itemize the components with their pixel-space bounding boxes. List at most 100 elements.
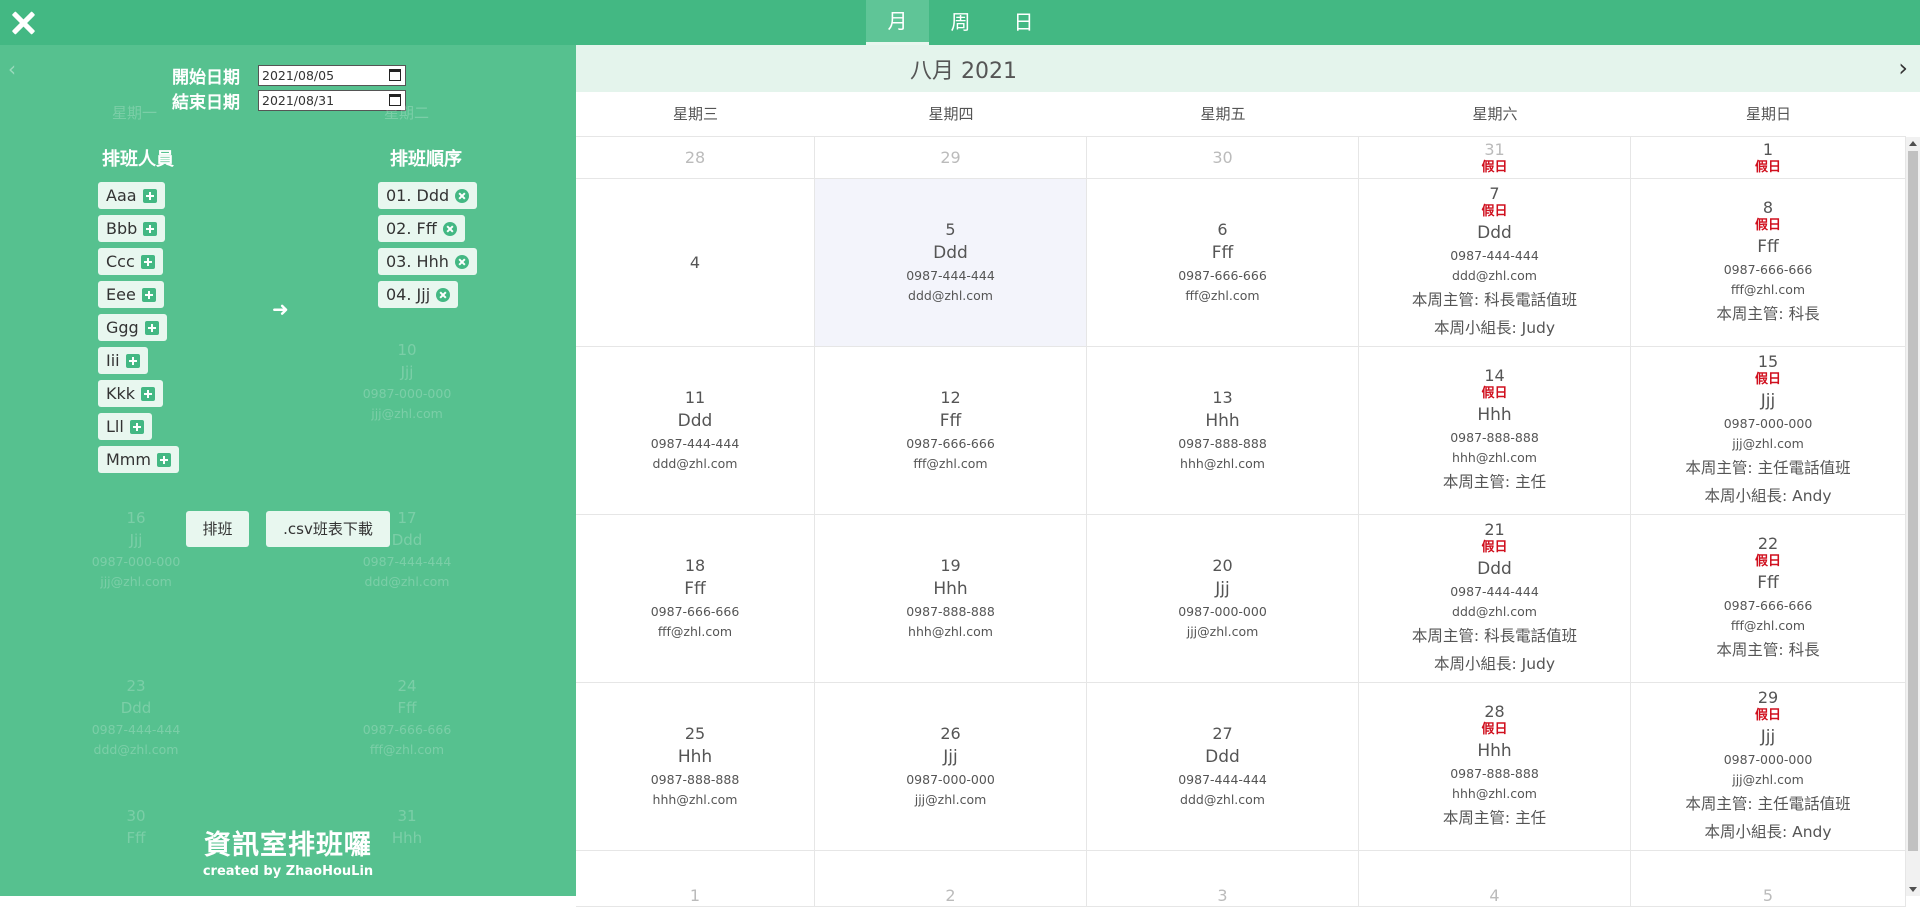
- day-cell[interactable]: 13 Hhh 0987-888-888 hhh@zhl.com: [1087, 347, 1359, 515]
- day-cell[interactable]: 5: [1631, 851, 1906, 907]
- day-cell[interactable]: 11 Ddd 0987-444-444 ddd@zhl.com: [576, 347, 815, 515]
- person-email: fff@zhl.com: [1185, 287, 1260, 303]
- chevron-right-icon[interactable]: ›: [1898, 54, 1908, 82]
- start-date-input[interactable]: 2021/08/05: [258, 65, 406, 86]
- duty-role: 本周主管: 科長電話值班: [1411, 626, 1578, 645]
- day-cell[interactable]: 7 假日 Ddd 0987-444-444 ddd@zhl.com 本周主管: 科長電話值…: [1359, 179, 1631, 347]
- day-cell[interactable]: 28: [576, 137, 815, 179]
- staff-chip[interactable]: Mmm: [98, 446, 179, 473]
- order-chip[interactable]: 01. Ddd: [378, 182, 478, 209]
- ghost-phone: 0987-444-444: [362, 554, 452, 569]
- day-number: 20: [1212, 555, 1233, 575]
- day-cell[interactable]: 30: [1087, 137, 1359, 179]
- order-chip[interactable]: 02. Fff: [378, 215, 465, 242]
- day-cell[interactable]: 29 假日 Jjj 0987-000-000 jjj@zhl.com 本周主管: 主任電話…: [1631, 683, 1906, 851]
- end-date-row: 結束日期 2021/08/31: [172, 88, 406, 113]
- weekday-header: 星期五: [1087, 92, 1359, 136]
- order-name: 01. Ddd: [386, 186, 450, 205]
- ghost-day: 30: [126, 807, 146, 825]
- tab-day[interactable]: 日: [992, 0, 1055, 45]
- day-number: 4: [689, 252, 701, 272]
- scroll-thumb[interactable]: [1908, 151, 1918, 851]
- remove-icon[interactable]: [436, 287, 451, 302]
- plus-icon[interactable]: [125, 353, 140, 368]
- remove-icon[interactable]: [454, 254, 469, 269]
- day-cell[interactable]: 31 假日: [1359, 137, 1631, 179]
- day-cell[interactable]: 20 Jjj 0987-000-000 jjj@zhl.com: [1087, 515, 1359, 683]
- staff-name: Iii: [106, 351, 120, 370]
- day-cell[interactable]: 4: [1359, 851, 1631, 907]
- day-cell[interactable]: 27 Ddd 0987-444-444 ddd@zhl.com: [1087, 683, 1359, 851]
- staff-chip[interactable]: Aaa: [98, 182, 165, 209]
- day-number: 3: [1217, 886, 1228, 905]
- remove-icon[interactable]: [455, 188, 470, 203]
- day-cell[interactable]: 14 假日 Hhh 0987-888-888 hhh@zhl.com 本周主管: 主任: [1359, 347, 1631, 515]
- staff-chip[interactable]: Kkk: [98, 380, 164, 407]
- day-cell[interactable]: 18 Fff 0987-666-666 fff@zhl.com: [576, 515, 815, 683]
- day-cell[interactable]: 15 假日 Jjj 0987-000-000 jjj@zhl.com 本周主管: 主任電話…: [1631, 347, 1906, 515]
- remove-icon[interactable]: [442, 221, 457, 236]
- day-cell[interactable]: 2: [815, 851, 1087, 907]
- day-cell[interactable]: 6 Fff 0987-666-666 fff@zhl.com: [1087, 179, 1359, 347]
- day-number: 28: [1484, 701, 1505, 721]
- person-phone: 0987-888-888: [1450, 765, 1539, 781]
- person-email: hhh@zhl.com: [1452, 449, 1537, 465]
- staff-chip[interactable]: Bbb: [98, 215, 166, 242]
- day-cell[interactable]: 3: [1087, 851, 1359, 907]
- day-cell[interactable]: 8 假日 Fff 0987-666-666 fff@zhl.com 本周主管: 科長: [1631, 179, 1906, 347]
- close-icon[interactable]: [10, 10, 36, 36]
- day-cell[interactable]: 1: [576, 851, 815, 907]
- plus-icon[interactable]: [141, 287, 156, 302]
- person-phone: 0987-444-444: [650, 435, 740, 451]
- plus-icon[interactable]: [143, 221, 158, 236]
- person-phone: 0987-888-888: [1450, 429, 1539, 445]
- person-phone: 0987-666-666: [1723, 597, 1813, 613]
- calendar-scrollbar[interactable]: [1906, 137, 1920, 896]
- day-cell[interactable]: 5 Ddd 0987-444-444 ddd@zhl.com: [815, 179, 1087, 347]
- staff-chip[interactable]: Ccc: [98, 248, 163, 275]
- order-chip[interactable]: 04. Jjj: [378, 281, 459, 308]
- plus-icon[interactable]: [142, 188, 157, 203]
- day-cell[interactable]: 21 假日 Ddd 0987-444-444 ddd@zhl.com 本周主管: 科長電話…: [1359, 515, 1631, 683]
- weekday-header: 星期六: [1359, 92, 1631, 136]
- day-cell[interactable]: 25 Hhh 0987-888-888 hhh@zhl.com: [576, 683, 815, 851]
- ghost-person: Hhh: [391, 829, 423, 847]
- scroll-down-icon[interactable]: [1909, 887, 1917, 892]
- person-phone: 0987-888-888: [906, 603, 995, 619]
- calendar-header: 八月 2021 ›: [576, 45, 1920, 92]
- plus-icon[interactable]: [141, 386, 156, 401]
- plus-icon[interactable]: [144, 320, 159, 335]
- staff-chip[interactable]: Lll: [98, 413, 152, 440]
- tab-month[interactable]: 月: [866, 0, 929, 45]
- plus-icon[interactable]: [129, 419, 144, 434]
- day-cell[interactable]: 12 Fff 0987-666-666 fff@zhl.com: [815, 347, 1087, 515]
- person-phone: 0987-666-666: [906, 435, 995, 451]
- day-cell[interactable]: 19 Hhh 0987-888-888 hhh@zhl.com: [815, 515, 1087, 683]
- ghost-person: Jjj: [129, 531, 143, 549]
- chevron-left-icon[interactable]: ‹: [8, 57, 16, 81]
- staff-chip[interactable]: Eee: [98, 281, 164, 308]
- weekday-label: 星期日: [1745, 105, 1791, 123]
- calendar-icon[interactable]: [389, 69, 401, 81]
- staff-chip[interactable]: Iii: [98, 347, 148, 374]
- weekday-header: 星期三: [576, 92, 815, 136]
- staff-chip[interactable]: Ggg: [98, 314, 167, 341]
- day-cell[interactable]: 26 Jjj 0987-000-000 jjj@zhl.com: [815, 683, 1087, 851]
- person-name: Ddd: [677, 410, 713, 431]
- duty-role: 本周小組長: Judy: [1433, 654, 1556, 673]
- plus-icon[interactable]: [156, 452, 171, 467]
- day-cell[interactable]: 22 假日 Fff 0987-666-666 fff@zhl.com 本周主管: 科長: [1631, 515, 1906, 683]
- order-name: 03. Hhh: [386, 252, 449, 271]
- order-chip[interactable]: 03. Hhh: [378, 248, 477, 275]
- day-cell[interactable]: 28 假日 Hhh 0987-888-888 hhh@zhl.com 本周主管: 主任: [1359, 683, 1631, 851]
- day-cell[interactable]: 29: [815, 137, 1087, 179]
- day-cell[interactable]: 1 假日: [1631, 137, 1906, 179]
- staff-name: Kkk: [106, 384, 136, 403]
- scroll-up-icon[interactable]: [1909, 141, 1917, 146]
- ghost-day-cell: 30 Fff: [76, 806, 196, 850]
- day-cell[interactable]: 4: [576, 179, 815, 347]
- view-tabs: 月 周 日: [866, 0, 1055, 45]
- plus-icon[interactable]: [140, 254, 155, 269]
- tab-week[interactable]: 周: [929, 0, 992, 45]
- person-name: Jjj: [1760, 390, 1776, 411]
